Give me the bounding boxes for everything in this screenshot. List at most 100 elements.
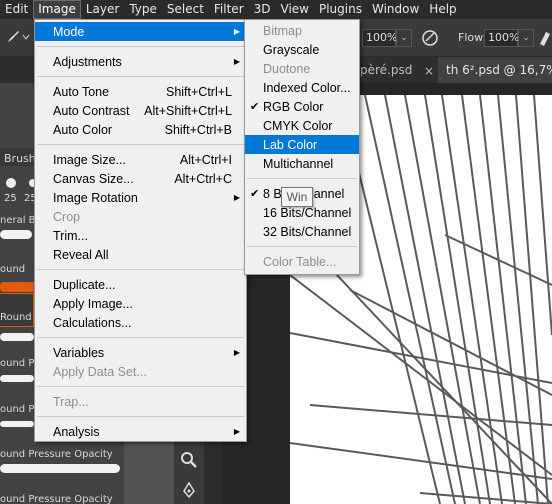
- submenu-arrow-icon: ▶: [233, 193, 240, 202]
- menu-item-analysis[interactable]: Analysis ▶: [35, 422, 246, 441]
- menu-item-variables[interactable]: Variables ▶: [35, 343, 246, 362]
- menu-item-auto-tone[interactable]: Auto Tone Shift+Ctrl+L: [35, 82, 246, 101]
- menu-separator: [37, 76, 244, 77]
- menu-plugins[interactable]: Plugins: [314, 0, 367, 19]
- flow-label: Flow:: [458, 31, 487, 44]
- menu-item-label: Image Rotation: [53, 190, 138, 205]
- menu-item-auto-contrast[interactable]: Auto Contrast Alt+Shift+Ctrl+L: [35, 101, 246, 120]
- flow-dropdown-arrow[interactable]: ⌄: [518, 29, 534, 47]
- menu-separator: [37, 269, 244, 270]
- brush-tip-icon: [6, 178, 16, 188]
- menu-item-image-rotation[interactable]: Image Rotation ▶: [35, 188, 246, 207]
- menu-item-label: 32 Bits/Channel: [263, 224, 352, 239]
- checkmark-icon: ✔: [250, 101, 260, 113]
- menu-item-calculations[interactable]: Calculations...: [35, 313, 246, 332]
- menu-item-label: Crop: [53, 209, 81, 224]
- tooltip: Win: [281, 187, 313, 207]
- menu-filter[interactable]: Filter: [209, 0, 249, 19]
- menu-separator: [37, 46, 244, 47]
- menu-item-cmyk-color[interactable]: CMYK Color: [245, 116, 359, 135]
- opacity-field[interactable]: 100%: [362, 29, 397, 47]
- menu-item-mode[interactable]: Mode ▶: [35, 22, 246, 41]
- close-icon[interactable]: ×: [424, 64, 434, 78]
- shortcut-label: Alt+Ctrl+I: [179, 152, 232, 167]
- tab-document-2[interactable]: th 6².psd @ 16,7% (L: [438, 57, 552, 83]
- menu-item-label: Image Size...: [53, 152, 126, 167]
- menu-item-label: Auto Color: [53, 122, 113, 137]
- menu-separator: [37, 416, 244, 417]
- menu-item-label: Adjustments: [53, 54, 122, 69]
- menu-item-rgb-color[interactable]: ✔ RGB Color: [245, 97, 359, 116]
- menu-item-multichannel[interactable]: Multichannel: [245, 154, 359, 173]
- chevron-down-icon[interactable]: [22, 33, 30, 41]
- menu-item-label: Canvas Size...: [53, 171, 134, 186]
- menu-item-label: RGB Color: [263, 99, 324, 114]
- airbrush-icon[interactable]: [538, 28, 552, 48]
- menu-help[interactable]: Help: [424, 0, 461, 19]
- menu-item-label: Duotone: [263, 61, 311, 76]
- menu-item-label: Apply Data Set...: [53, 364, 147, 379]
- menu-item-adjustments[interactable]: Adjustments ▶: [35, 52, 246, 71]
- shortcut-label: Shift+Ctrl+L: [165, 84, 232, 99]
- menu-item-label: Trim...: [53, 228, 88, 243]
- brush-size-label: 25: [4, 193, 17, 204]
- menu-edit[interactable]: Edit: [0, 0, 33, 19]
- menu-separator: [37, 144, 244, 145]
- menu-item-label: CMYK Color: [263, 118, 333, 133]
- shortcut-label: Alt+Ctrl+C: [174, 171, 232, 186]
- mode-submenu: Bitmap Grayscale Duotone Indexed Color... ✔ R…: [244, 19, 360, 275]
- tab-label: pèré.psd: [360, 63, 413, 77]
- brush-item-label[interactable]: ound: [0, 264, 25, 275]
- zoom-icon[interactable]: [180, 451, 198, 469]
- opacity-dropdown-arrow[interactable]: ⌄: [396, 29, 412, 47]
- submenu-arrow-icon: ▶: [233, 57, 240, 66]
- tab-label: th 6².psd @ 16,7% (L: [446, 63, 552, 77]
- submenu-arrow-icon: ▶: [233, 348, 240, 357]
- pen-tool-icon[interactable]: [180, 481, 198, 499]
- menu-item-label: Color Table...: [263, 254, 337, 269]
- menu-item-auto-color[interactable]: Auto Color Shift+Ctrl+B: [35, 120, 246, 139]
- menu-item-grayscale[interactable]: Grayscale: [245, 40, 359, 59]
- pressure-opacity-icon[interactable]: [420, 28, 440, 48]
- submenu-arrow-icon: ▶: [233, 27, 240, 36]
- menu-item-indexed-color[interactable]: Indexed Color...: [245, 78, 359, 97]
- menu-layer[interactable]: Layer: [81, 0, 124, 19]
- menu-item-lab-color[interactable]: Lab Color: [245, 135, 359, 154]
- menu-item-label: Duplicate...: [53, 277, 116, 292]
- menu-item-label: Reveal All: [53, 247, 109, 262]
- menu-item-apply-image[interactable]: Apply Image...: [35, 294, 246, 313]
- menu-item-trim[interactable]: Trim...: [35, 226, 246, 245]
- menu-item-label: Auto Contrast: [53, 103, 130, 118]
- menu-item-reveal-all[interactable]: Reveal All: [35, 245, 246, 264]
- flow-field[interactable]: 100%: [484, 29, 519, 47]
- menu-item-label: Mode: [53, 24, 85, 39]
- menu-view[interactable]: View: [276, 0, 314, 19]
- menu-item-label: Indexed Color...: [263, 80, 351, 95]
- brush-item-label[interactable]: ound Pressure Opacity: [0, 449, 113, 460]
- menu-item-label: Auto Tone: [53, 84, 110, 99]
- menu-type[interactable]: Type: [124, 0, 162, 19]
- menu-select[interactable]: Select: [162, 0, 209, 19]
- menu-image[interactable]: Image: [33, 0, 81, 19]
- menu-window[interactable]: Window: [367, 0, 424, 19]
- image-menu: Mode ▶ Adjustments ▶ Auto Tone Shift+Ctrl+L Au…: [34, 19, 247, 442]
- menu-item-bitmap: Bitmap: [245, 21, 359, 40]
- menu-item-apply-data-set: Apply Data Set...: [35, 362, 246, 381]
- brush-stroke-preview: [0, 421, 34, 427]
- menu-item-32-bits-channel[interactable]: 32 Bits/Channel: [245, 222, 359, 241]
- shortcut-label: Alt+Shift+Ctrl+L: [144, 103, 232, 118]
- menu-3d[interactable]: 3D: [249, 0, 276, 19]
- brush-tool-icon[interactable]: [4, 28, 22, 46]
- menu-item-image-size[interactable]: Image Size... Alt+Ctrl+I: [35, 150, 246, 169]
- menu-item-duplicate[interactable]: Duplicate...: [35, 275, 246, 294]
- brush-stroke-preview: [0, 464, 120, 473]
- menu-separator: [37, 386, 244, 387]
- shortcut-label: Shift+Ctrl+B: [164, 122, 232, 137]
- menu-separator: [37, 337, 244, 338]
- brush-item-label[interactable]: Round: [0, 312, 32, 323]
- menu-item-canvas-size[interactable]: Canvas Size... Alt+Ctrl+C: [35, 169, 246, 188]
- brush-item-label[interactable]: ound Pressure Opacity: [0, 494, 113, 504]
- brush-stroke-preview: [0, 333, 34, 341]
- menu-item-label: Bitmap: [263, 23, 302, 38]
- menu-item-trap: Trap...: [35, 392, 246, 411]
